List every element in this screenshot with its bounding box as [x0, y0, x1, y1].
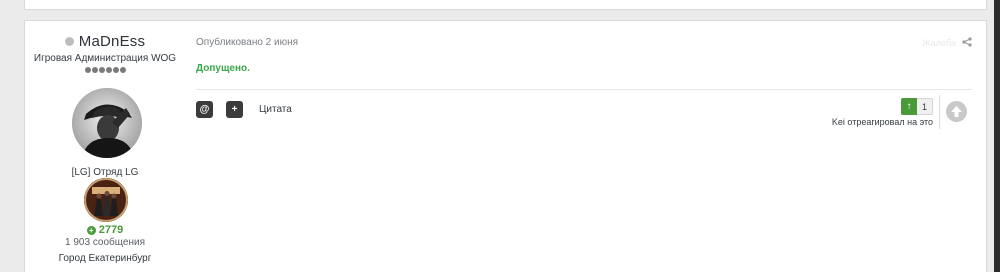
rank-pip-icon [84, 67, 91, 73]
report-link[interactable]: Жалоба [922, 38, 956, 48]
rank-pip-icon [91, 67, 98, 73]
post-count: 1 903 сообщения [65, 237, 145, 248]
quote-button[interactable]: Цитата [259, 104, 292, 115]
window-edge [994, 0, 1000, 272]
author-group: Игровая Администрация WOG [33, 53, 177, 64]
react-button[interactable] [946, 101, 967, 122]
mention-button[interactable]: @ [196, 101, 213, 118]
reactions-summary: ↑ 1 Kei отреагировал на это [832, 96, 933, 127]
post-date[interactable]: Опубликовано 2 июня [196, 37, 298, 48]
rank-pip-icon [98, 67, 105, 73]
arrow-up-icon: ↑ [901, 98, 917, 115]
author-avatar[interactable] [72, 88, 142, 158]
reaction-count: 1 [917, 98, 933, 115]
share-icon[interactable] [962, 37, 972, 49]
author-name[interactable]: MaDnEss [79, 33, 145, 50]
post-body: Допущено. [196, 63, 250, 74]
reacted-by-text[interactable]: Kei отреагировал на это [832, 117, 933, 127]
reputation-value: 2779 [98, 224, 124, 236]
offline-status-icon [64, 37, 74, 46]
reaction-badge[interactable]: ↑ 1 [901, 98, 933, 115]
reputation-badge: + 2779 [25, 224, 185, 236]
rank-pips [25, 67, 185, 73]
arrow-up-icon [951, 106, 962, 117]
author-panel: MaDnEss Игровая Администрация WOG [LG] О… [25, 21, 185, 272]
author-city: Город Екатеринбург [58, 253, 152, 264]
reaction-separator [939, 95, 940, 129]
forum-post: MaDnEss Игровая Администрация WOG [LG] О… [24, 20, 987, 272]
rank-pip-icon [105, 67, 112, 73]
author-name-row: MaDnEss [25, 33, 185, 50]
post-tools: @ + Цитата [196, 101, 292, 118]
post-controls: Жалоба [922, 37, 972, 49]
post-divider [196, 89, 972, 90]
rank-pip-icon [112, 67, 119, 73]
plus-circle-icon: + [86, 225, 96, 235]
post-content: Опубликовано 2 июня Жалоба Допущено. @ +… [185, 21, 986, 272]
squad-label: [LG] Отряд LG [71, 167, 139, 178]
multiquote-button[interactable]: + [226, 101, 243, 118]
rank-pip-icon [119, 67, 126, 73]
previous-post-edge [24, 0, 987, 10]
squad-badge[interactable] [84, 178, 128, 222]
